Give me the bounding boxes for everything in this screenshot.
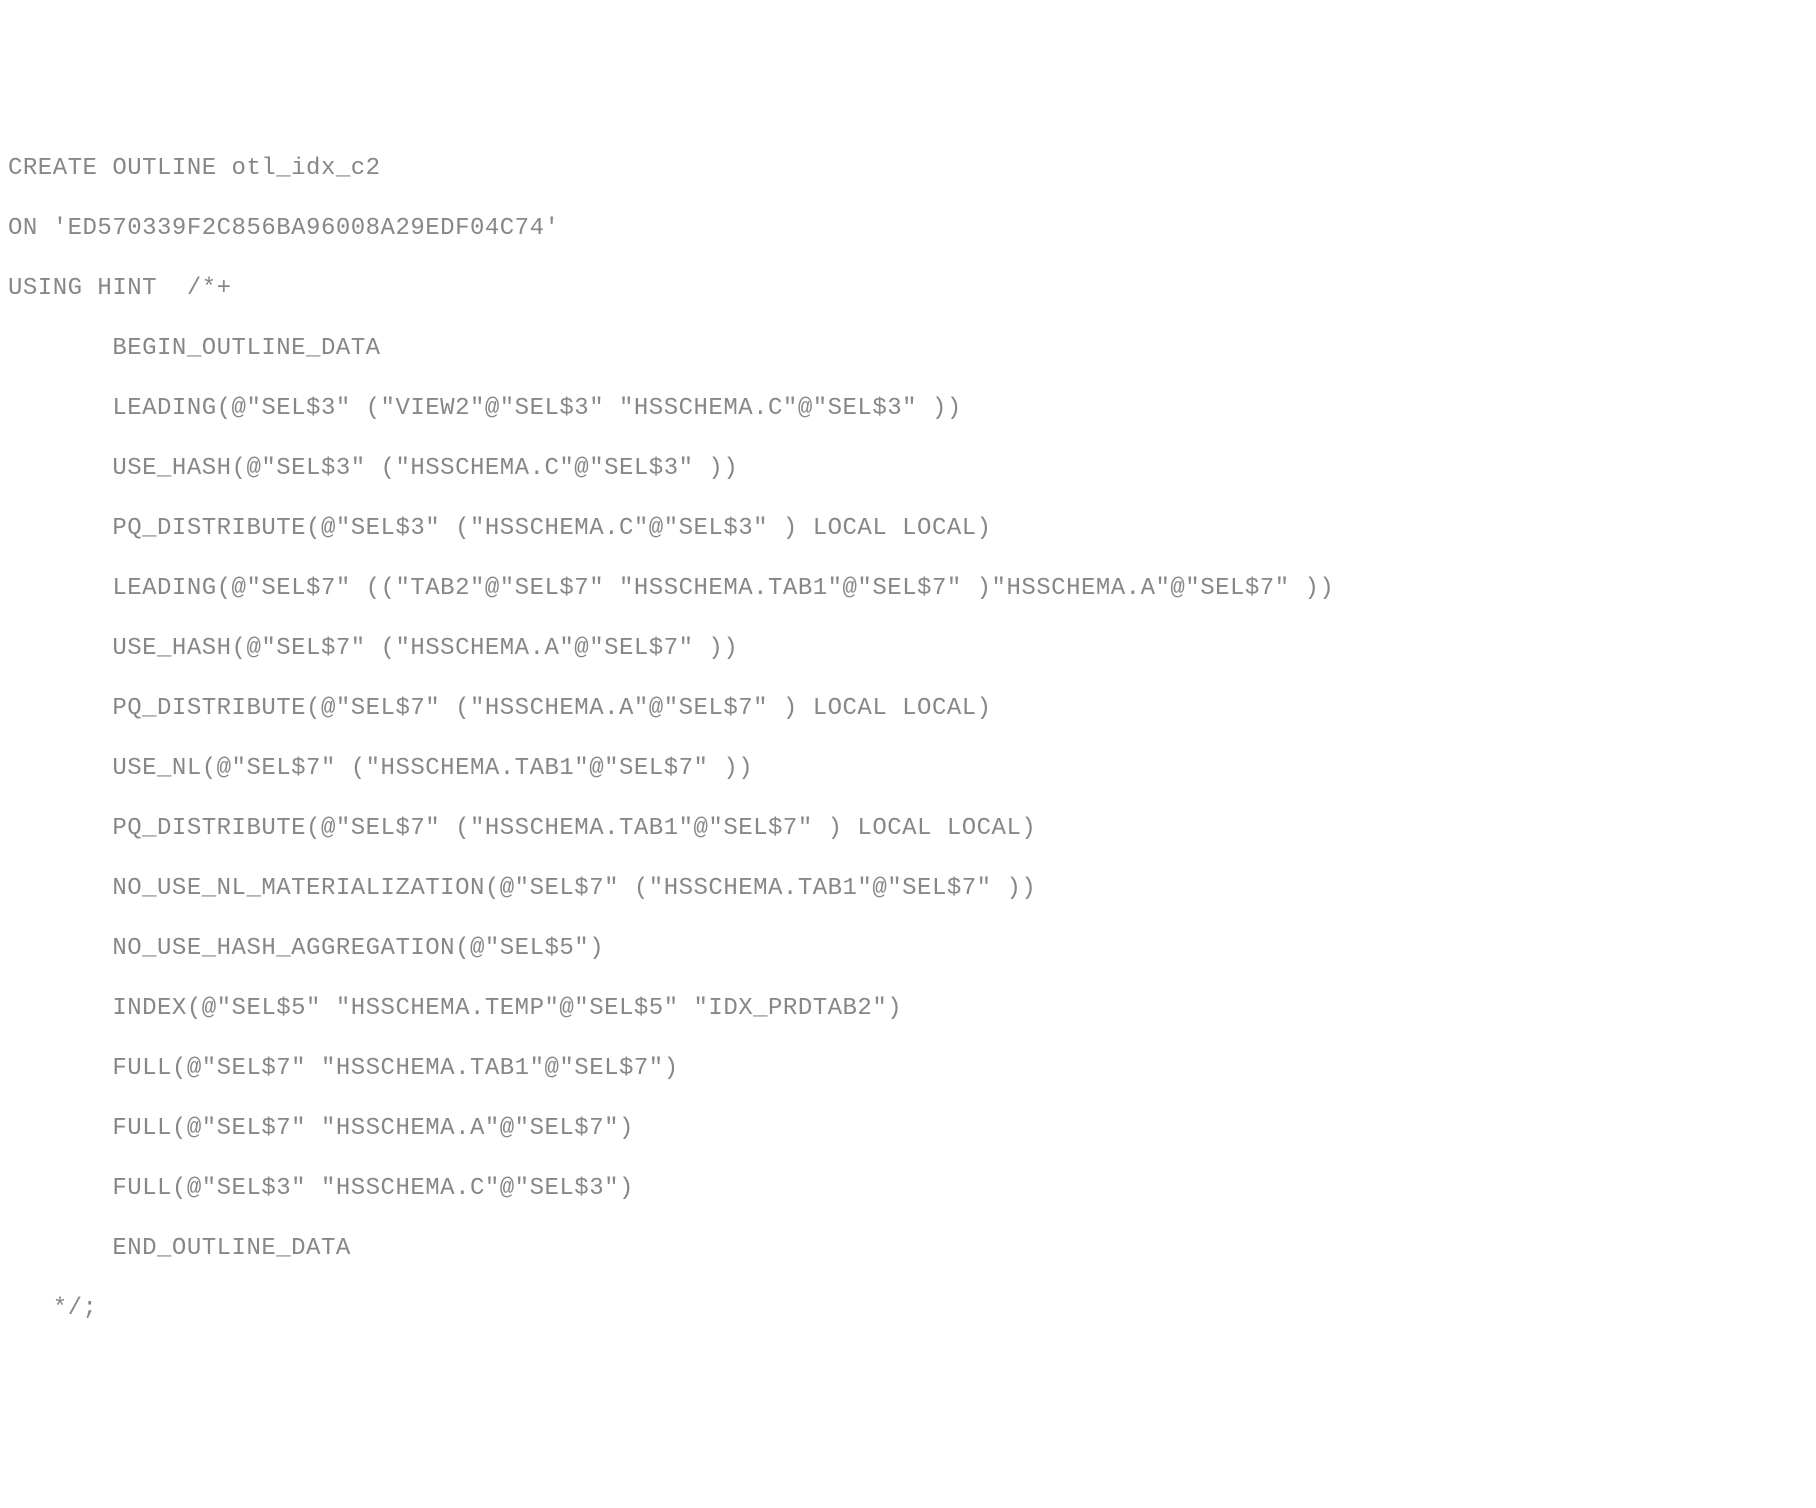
sql-code-block: CREATE OUTLINE otl_idx_c2 ON 'ED570339F2…: [8, 124, 1808, 1354]
code-line-18: FULL(@"SEL$3" "HSSCHEMA.C"@"SEL$3"): [8, 1174, 1808, 1204]
code-line-13: NO_USE_NL_MATERIALIZATION(@"SEL$7" ("HSS…: [8, 874, 1808, 904]
code-line-1: CREATE OUTLINE otl_idx_c2: [8, 154, 1808, 184]
code-line-15: INDEX(@"SEL$5" "HSSCHEMA.TEMP"@"SEL$5" "…: [8, 994, 1808, 1024]
code-line-14: NO_USE_HASH_AGGREGATION(@"SEL$5"): [8, 934, 1808, 964]
code-line-19: END_OUTLINE_DATA: [8, 1234, 1808, 1264]
code-line-5: LEADING(@"SEL$3" ("VIEW2"@"SEL$3" "HSSCH…: [8, 394, 1808, 424]
code-line-4: BEGIN_OUTLINE_DATA: [8, 334, 1808, 364]
code-line-11: USE_NL(@"SEL$7" ("HSSCHEMA.TAB1"@"SEL$7"…: [8, 754, 1808, 784]
code-line-2: ON 'ED570339F2C856BA96008A29EDF04C74': [8, 214, 1808, 244]
code-line-3: USING HINT /*+: [8, 274, 1808, 304]
code-line-16: FULL(@"SEL$7" "HSSCHEMA.TAB1"@"SEL$7"): [8, 1054, 1808, 1084]
code-line-17: FULL(@"SEL$7" "HSSCHEMA.A"@"SEL$7"): [8, 1114, 1808, 1144]
code-line-6: USE_HASH(@"SEL$3" ("HSSCHEMA.C"@"SEL$3" …: [8, 454, 1808, 484]
code-line-10: PQ_DISTRIBUTE(@"SEL$7" ("HSSCHEMA.A"@"SE…: [8, 694, 1808, 724]
code-line-9: USE_HASH(@"SEL$7" ("HSSCHEMA.A"@"SEL$7" …: [8, 634, 1808, 664]
code-line-12: PQ_DISTRIBUTE(@"SEL$7" ("HSSCHEMA.TAB1"@…: [8, 814, 1808, 844]
code-line-7: PQ_DISTRIBUTE(@"SEL$3" ("HSSCHEMA.C"@"SE…: [8, 514, 1808, 544]
code-line-20: */;: [8, 1294, 1808, 1324]
code-line-8: LEADING(@"SEL$7" (("TAB2"@"SEL$7" "HSSCH…: [8, 574, 1808, 604]
